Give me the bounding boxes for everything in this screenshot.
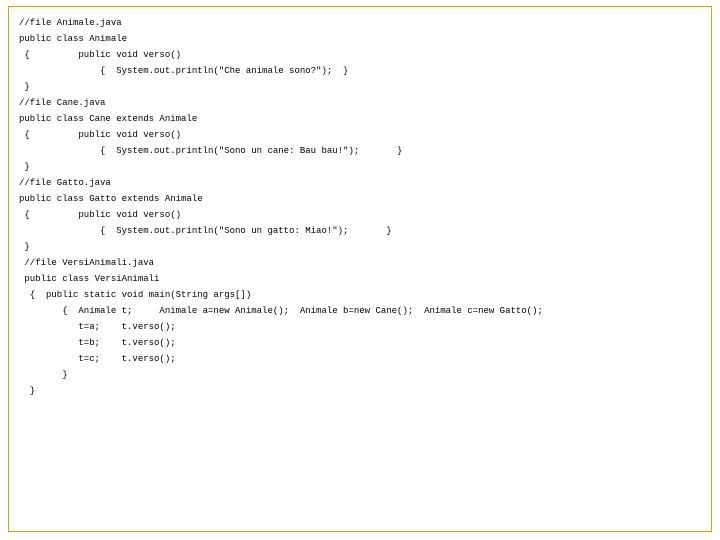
- code-line: }: [19, 367, 701, 383]
- code-line: public class Cane extends Animale: [19, 111, 701, 127]
- code-line: //file Gatto.java: [19, 175, 701, 191]
- code-line: t=c; t.verso();: [19, 351, 701, 367]
- code-line: }: [19, 79, 701, 95]
- code-line: { public void verso(): [19, 127, 701, 143]
- code-line: { public static void main(String args[]): [19, 287, 701, 303]
- page: //file Animale.java public class Animale…: [0, 0, 720, 540]
- code-line: //file Animale.java: [19, 15, 701, 31]
- code-line: //file VersiAnimali.java: [19, 255, 701, 271]
- code-line: { System.out.println("Che animale sono?"…: [19, 63, 701, 79]
- code-line: public class Gatto extends Animale: [19, 191, 701, 207]
- code-box: //file Animale.java public class Animale…: [8, 6, 712, 532]
- code-line: t=a; t.verso();: [19, 319, 701, 335]
- code-line: public class VersiAnimali: [19, 271, 701, 287]
- code-line: }: [19, 239, 701, 255]
- code-line: public class Animale: [19, 31, 701, 47]
- code-line: t=b; t.verso();: [19, 335, 701, 351]
- code-line: }: [19, 159, 701, 175]
- code-line: { public void verso(): [19, 207, 701, 223]
- code-line: //file Cane.java: [19, 95, 701, 111]
- code-line: { System.out.println("Sono un gatto: Mia…: [19, 223, 701, 239]
- code-line: { System.out.println("Sono un cane: Bau …: [19, 143, 701, 159]
- code-line: { public void verso(): [19, 47, 701, 63]
- code-line: }: [19, 383, 701, 399]
- code-line: { Animale t; Animale a=new Animale(); An…: [19, 303, 701, 319]
